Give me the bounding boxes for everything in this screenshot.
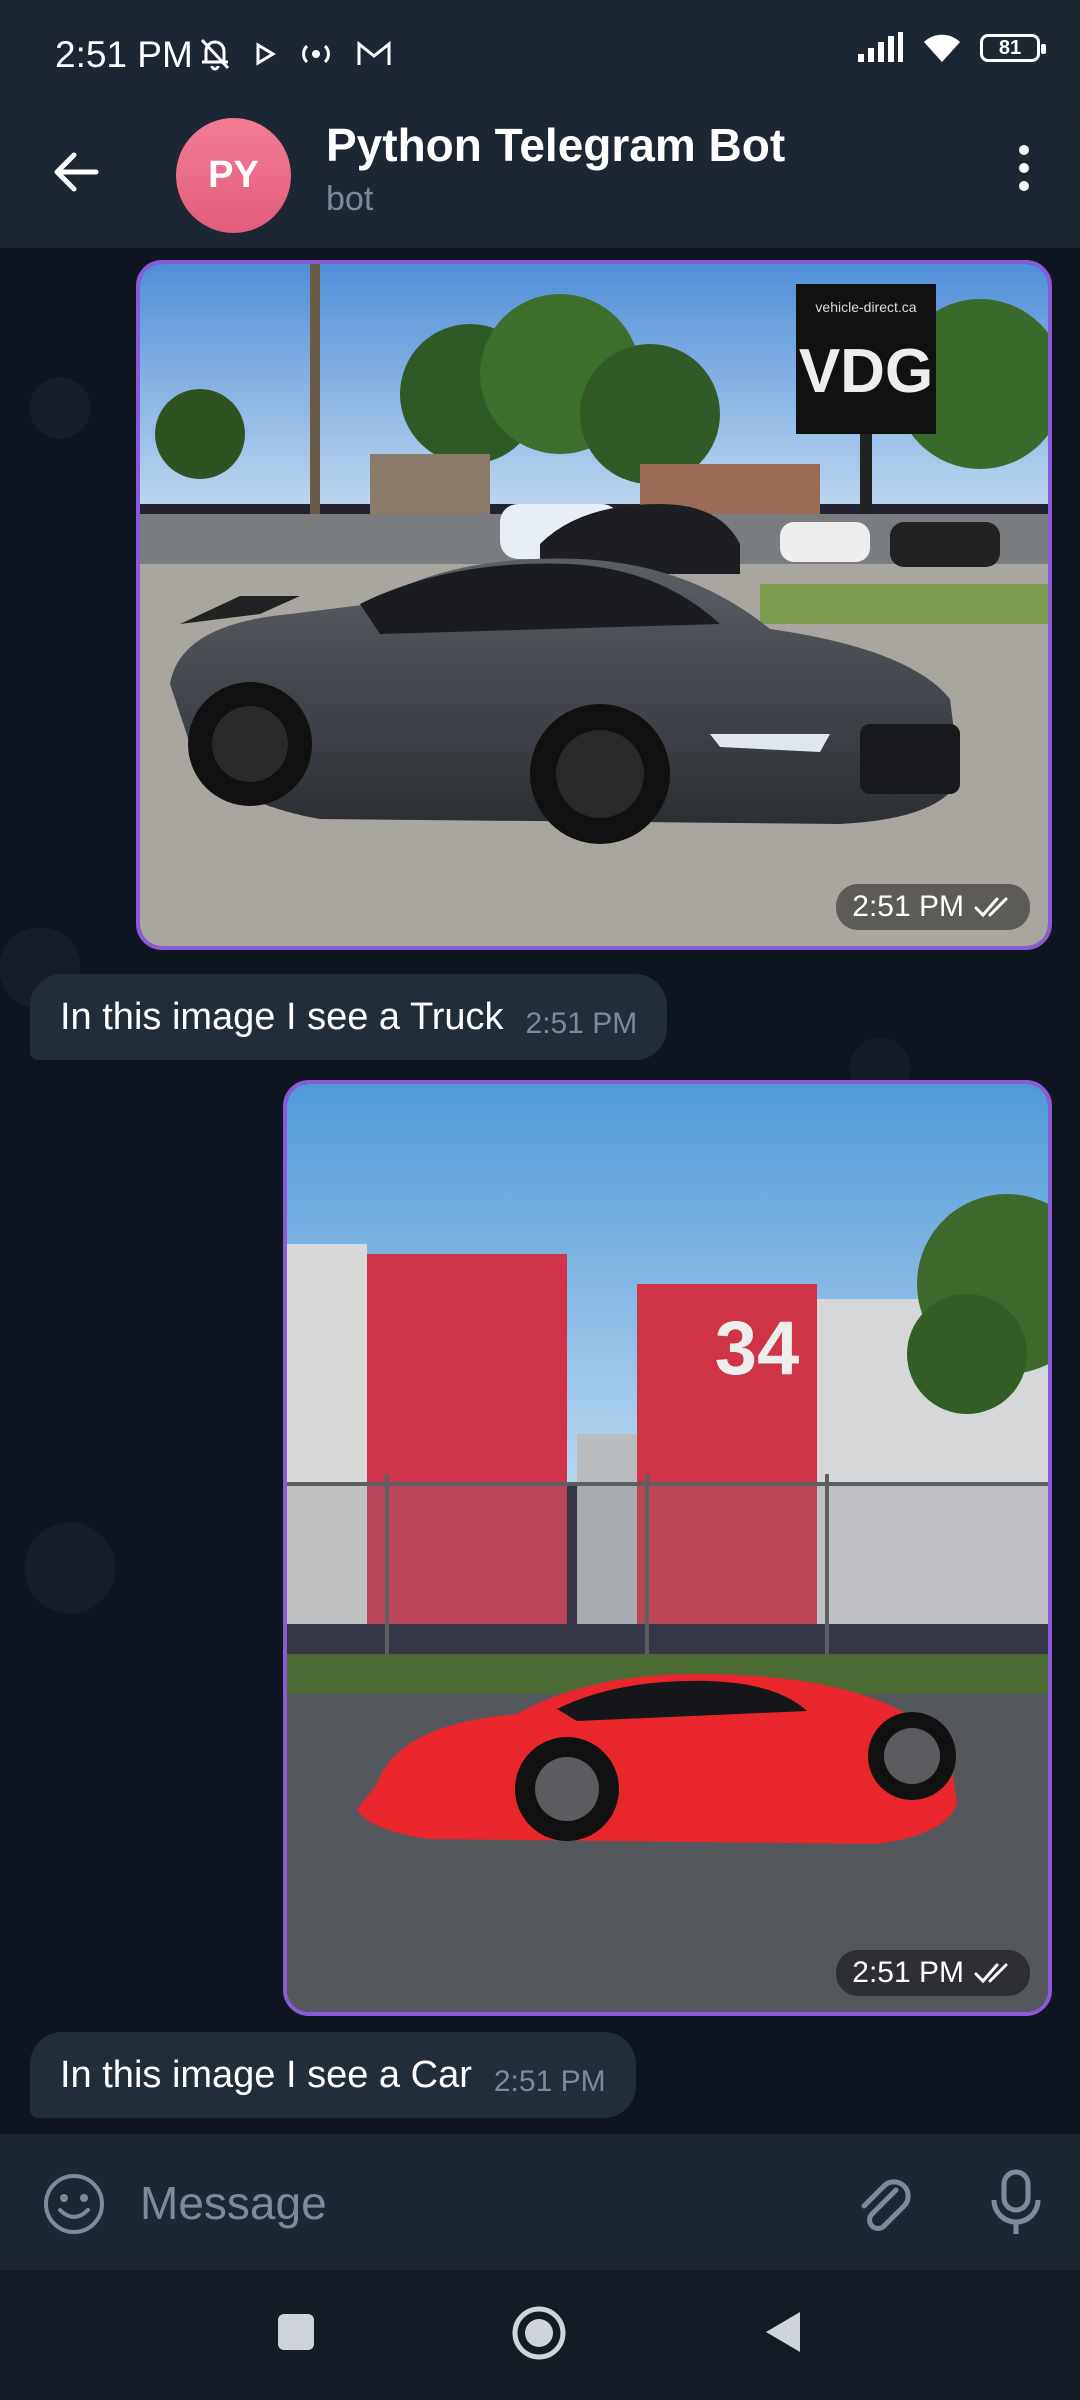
chat-area[interactable]: VDG vehicle-direct.ca 2:51 PM In this im… [0,248,1080,2134]
photo-message[interactable]: 34 2:51 PM [283,1080,1052,2016]
double-check-icon [974,897,1008,918]
photo-message[interactable]: VDG vehicle-direct.ca 2:51 PM [136,260,1052,950]
status-time: 2:51 PM [55,34,193,75]
paperclip-icon[interactable] [852,2172,918,2238]
message-text: In this image I see a Car [60,2053,472,2096]
battery-icon: 81 [980,34,1046,62]
double-check-icon [974,1963,1008,1984]
avatar[interactable]: PY [176,118,291,233]
wifi-icon [924,34,960,62]
recent-apps-icon[interactable] [272,2308,320,2356]
car-photo-gray: VDG vehicle-direct.ca [140,264,1048,946]
status-bar: 2:51 PM 81 [0,0,1080,118]
mute-bell-icon [200,38,230,71]
message-time: 2:51 PM [525,1007,638,1040]
chat-header: PY Python Telegram Bot bot [0,118,1080,248]
incoming-message[interactable]: In this image I see a Truck 2:51 PM [30,974,668,1060]
gmail-icon [357,40,391,65]
message-input[interactable] [138,2170,702,2236]
photo-time-text: 2:51 PM [852,1956,964,1989]
radio-icon [302,44,330,64]
incoming-message[interactable]: In this image I see a Car 2:51 PM [30,2032,636,2118]
message-text: In this image I see a Truck [60,995,504,1038]
message-composer [0,2134,1080,2270]
play-icon [256,42,276,66]
photo-time-text: 2:51 PM [852,890,964,923]
signal-icon [858,32,903,62]
message-time: 2:51 PM [493,2065,606,2098]
sign-text: VDG [799,337,933,406]
photo-timestamp: 2:51 PM [836,884,1030,930]
chat-title[interactable]: Python Telegram Bot [326,118,785,172]
avatar-initials: PY [208,154,259,196]
car-photo-red: 34 [287,1084,1048,2012]
emoji-icon[interactable] [42,2172,106,2236]
battery-level: 81 [998,36,1022,59]
building-number: 34 [715,1306,800,1391]
chat-subtitle: bot [326,180,374,218]
photo-timestamp: 2:51 PM [836,1950,1030,1996]
back-triangle-icon[interactable] [760,2308,808,2356]
microphone-icon[interactable] [984,2168,1048,2238]
system-nav-bar [0,2270,1080,2400]
more-vert-icon[interactable] [996,140,1052,196]
back-arrow-icon[interactable] [48,144,104,200]
home-icon[interactable] [510,2304,568,2362]
sign-url: vehicle-direct.ca [815,299,916,315]
